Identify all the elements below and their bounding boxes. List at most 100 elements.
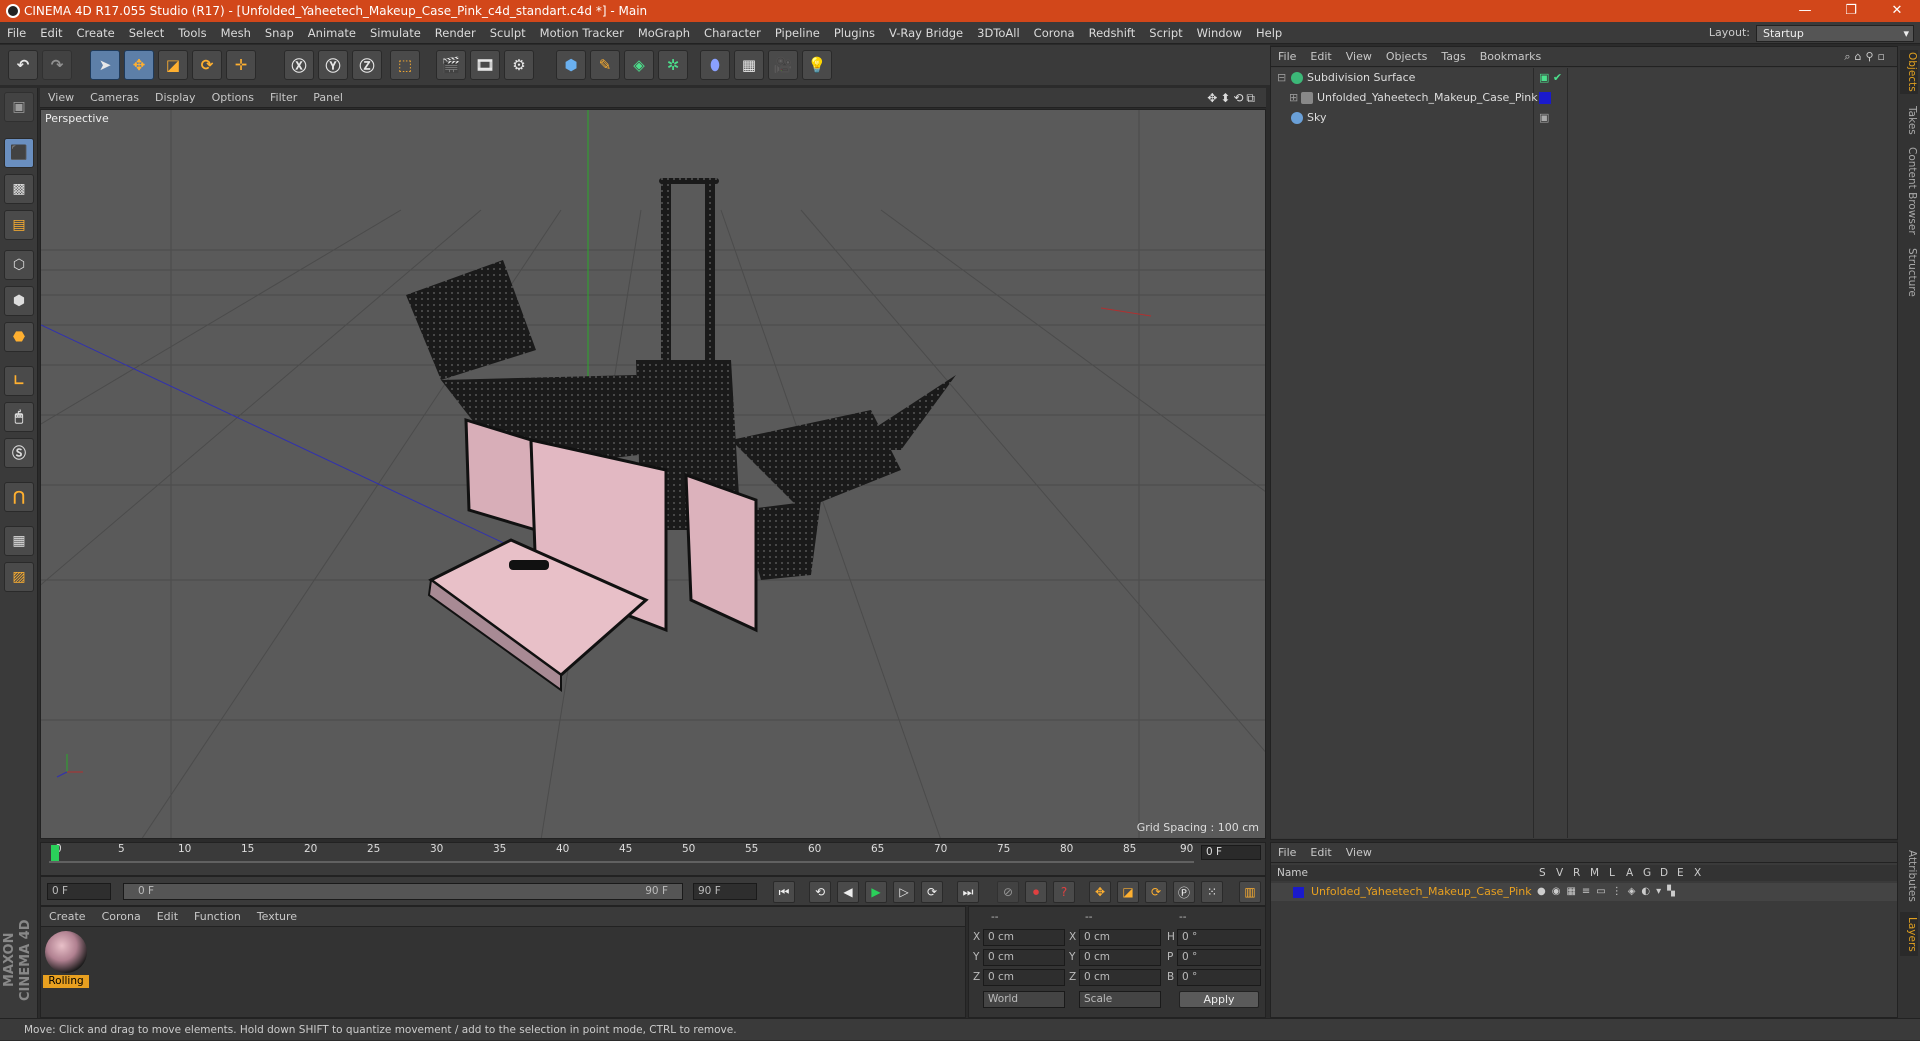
prev-frame-icon[interactable]: ◀ bbox=[837, 881, 859, 903]
solo-mode-icon[interactable]: Ⓢ bbox=[4, 438, 34, 468]
restore-button[interactable]: ❐ bbox=[1828, 0, 1874, 22]
redo-icon[interactable]: ↷ bbox=[42, 50, 72, 80]
object-name[interactable]: Sky bbox=[1307, 108, 1326, 128]
deformer-icon[interactable]: ⬮ bbox=[700, 50, 730, 80]
col-g[interactable]: G bbox=[1643, 865, 1651, 881]
menu-edit[interactable]: Edit bbox=[33, 22, 69, 44]
timeline-window-icon[interactable]: ▥ bbox=[1239, 881, 1261, 903]
frame-range-slider[interactable]: 0 F 90 F bbox=[123, 883, 683, 900]
prev-key-icon[interactable]: ⟲ bbox=[809, 881, 831, 903]
size-y-field[interactable]: 0 cm bbox=[1079, 949, 1161, 966]
enabled-check-icon[interactable]: ▣ ✔ bbox=[1539, 68, 1562, 88]
object-row[interactable]: ⊟ Subdivision Surface ▣ ✔ bbox=[1271, 68, 1897, 88]
points-mode-icon[interactable]: ⬡ bbox=[4, 250, 34, 280]
col-d[interactable]: D bbox=[1660, 865, 1668, 881]
layer-flag-icons[interactable]: ●◉▦≡▭⋮◈◐▾▚ bbox=[1537, 883, 1681, 901]
expand-icon[interactable]: ⊞ bbox=[1289, 88, 1298, 108]
om-toolbar-icons[interactable]: ⌕⌂⚲▫ bbox=[1844, 47, 1889, 67]
key-pla-icon[interactable]: ⁙ bbox=[1201, 881, 1223, 903]
lock-workplane-icon[interactable]: ▦ bbox=[4, 526, 34, 556]
position-x-field[interactable]: 0 cm bbox=[983, 929, 1065, 946]
size-mode-dropdown[interactable]: Scale bbox=[1079, 991, 1161, 1008]
om-menu-bookmarks[interactable]: Bookmarks bbox=[1473, 47, 1548, 67]
tab-content-browser[interactable]: Content Browser bbox=[1900, 146, 1918, 236]
goto-start-icon[interactable]: ⏮ bbox=[773, 881, 795, 903]
frame-ruler[interactable]: 0 5 10 15 20 25 30 35 40 45 50 55 60 65 … bbox=[49, 843, 1194, 863]
layer-row[interactable]: Unfolded_Yaheetech_Makeup_Case_Pink ●◉▦≡… bbox=[1271, 883, 1897, 901]
keyframe-selection-icon[interactable]: ⊘ bbox=[997, 881, 1019, 903]
render-settings-icon[interactable]: ⚙ bbox=[504, 50, 534, 80]
perspective-viewport[interactable]: Perspective Grid Spacing : 100 cm bbox=[40, 109, 1266, 839]
floor-icon[interactable]: ▦ bbox=[734, 50, 764, 80]
menu-plugins[interactable]: Plugins bbox=[827, 22, 882, 44]
current-frame-field[interactable]: 0 F bbox=[1201, 845, 1261, 860]
om-menu-view[interactable]: View bbox=[1339, 47, 1379, 67]
menu-window[interactable]: Window bbox=[1190, 22, 1249, 44]
col-s[interactable]: S bbox=[1539, 865, 1546, 881]
apply-button[interactable]: Apply bbox=[1179, 991, 1259, 1008]
polygons-mode-icon[interactable]: ⬣ bbox=[4, 322, 34, 352]
tab-structure[interactable]: Structure bbox=[1900, 244, 1918, 300]
record-icon[interactable]: ⏺ bbox=[1025, 881, 1047, 903]
object-row[interactable]: ⊞ Unfolded_Yaheetech_Makeup_Case_Pink bbox=[1271, 88, 1897, 108]
object-list[interactable]: ⊟ Subdivision Surface ▣ ✔ ⊞ Unfolded_Yah… bbox=[1271, 68, 1897, 838]
material-menu-corona[interactable]: Corona bbox=[94, 907, 149, 927]
col-a[interactable]: A bbox=[1626, 865, 1633, 881]
col-name[interactable]: Name bbox=[1277, 865, 1308, 881]
model-mode-icon[interactable]: ⬛ bbox=[4, 138, 34, 168]
tweak-mode-icon[interactable]: 🖱 bbox=[4, 402, 34, 432]
key-rotation-icon[interactable]: ⟳ bbox=[1145, 881, 1167, 903]
layer-color-swatch[interactable] bbox=[1293, 887, 1304, 898]
viewport-nav-icons[interactable]: ✥⬍⟲⧉ bbox=[1207, 88, 1258, 108]
menu-pipeline[interactable]: Pipeline bbox=[768, 22, 827, 44]
menu-script[interactable]: Script bbox=[1142, 22, 1189, 44]
rotation-p-field[interactable]: 0 ° bbox=[1177, 949, 1261, 966]
layer-name[interactable]: Unfolded_Yaheetech_Makeup_Case_Pink bbox=[1311, 883, 1532, 901]
key-scale-icon[interactable]: ◪ bbox=[1117, 881, 1139, 903]
y-axis-lock-icon[interactable]: Ⓨ bbox=[318, 50, 348, 80]
col-m[interactable]: M bbox=[1590, 865, 1599, 881]
size-z-field[interactable]: 0 cm bbox=[1079, 969, 1161, 986]
col-v[interactable]: V bbox=[1556, 865, 1563, 881]
menu-simulate[interactable]: Simulate bbox=[363, 22, 428, 44]
play-icon[interactable]: ▶ bbox=[865, 881, 887, 903]
om-menu-objects[interactable]: Objects bbox=[1379, 47, 1435, 67]
layout-dropdown[interactable]: Startup ▾ bbox=[1756, 25, 1914, 42]
om-menu-file[interactable]: File bbox=[1271, 47, 1303, 67]
scale-tool-icon[interactable]: ◪ bbox=[158, 50, 188, 80]
menu-snap[interactable]: Snap bbox=[258, 22, 301, 44]
tab-objects[interactable]: Objects bbox=[1900, 50, 1918, 94]
next-key-icon[interactable]: ⟳ bbox=[921, 881, 943, 903]
menu-motion-tracker[interactable]: Motion Tracker bbox=[533, 22, 631, 44]
menu-file[interactable]: File bbox=[0, 22, 33, 44]
lm-menu-edit[interactable]: Edit bbox=[1303, 843, 1338, 863]
menu-render[interactable]: Render bbox=[428, 22, 483, 44]
tab-layers[interactable]: Layers bbox=[1900, 912, 1918, 956]
expand-icon[interactable]: ⊟ bbox=[1277, 68, 1286, 88]
material-name-label[interactable]: Rolling bbox=[43, 975, 89, 988]
z-axis-lock-icon[interactable]: Ⓩ bbox=[352, 50, 382, 80]
menu-redshift[interactable]: Redshift bbox=[1082, 22, 1143, 44]
viewport-menu-filter[interactable]: Filter bbox=[262, 88, 305, 108]
menu-tools[interactable]: Tools bbox=[171, 22, 213, 44]
snap-magnet-icon[interactable]: ⋂ bbox=[4, 482, 34, 512]
position-y-field[interactable]: 0 cm bbox=[983, 949, 1065, 966]
render-picture-viewer-icon[interactable]: 🎞 bbox=[470, 50, 500, 80]
viewport-menu-options[interactable]: Options bbox=[204, 88, 262, 108]
position-z-field[interactable]: 0 cm bbox=[983, 969, 1065, 986]
planar-workplane-icon[interactable]: ▨ bbox=[4, 562, 34, 592]
workplane-icon[interactable]: ▤ bbox=[4, 210, 34, 240]
menu-mesh[interactable]: Mesh bbox=[214, 22, 258, 44]
pen-spline-icon[interactable]: ✎ bbox=[590, 50, 620, 80]
menu-vray-bridge[interactable]: V-Ray Bridge bbox=[882, 22, 970, 44]
material-menu-edit[interactable]: Edit bbox=[149, 907, 186, 927]
menu-animate[interactable]: Animate bbox=[301, 22, 363, 44]
layer-color-swatch[interactable] bbox=[1539, 92, 1551, 104]
om-menu-edit[interactable]: Edit bbox=[1303, 47, 1338, 67]
goto-end-icon[interactable]: ⏭ bbox=[957, 881, 979, 903]
viewport-menu-display[interactable]: Display bbox=[147, 88, 204, 108]
minimize-button[interactable]: — bbox=[1782, 0, 1828, 22]
undo-icon[interactable]: ↶ bbox=[8, 50, 38, 80]
menu-character[interactable]: Character bbox=[697, 22, 768, 44]
close-button[interactable]: ✕ bbox=[1874, 0, 1920, 22]
